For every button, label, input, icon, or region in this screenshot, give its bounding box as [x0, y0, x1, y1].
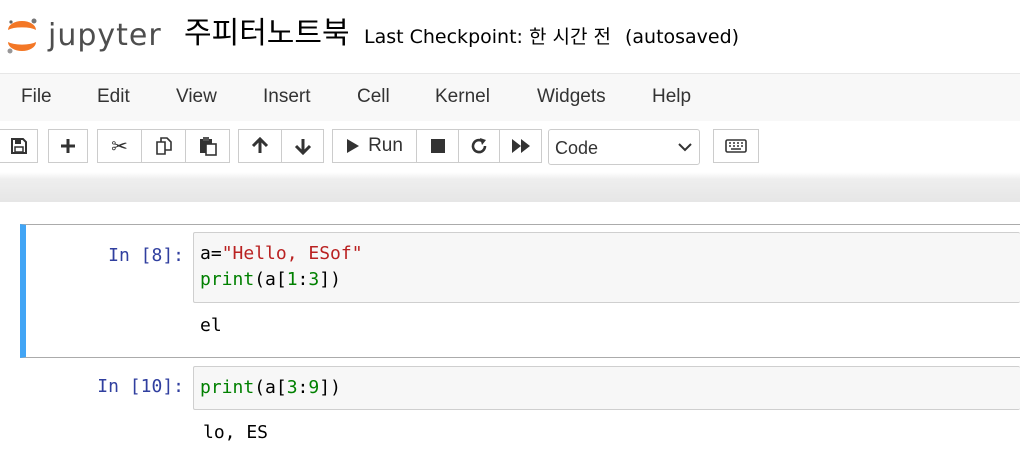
paste-icon: [199, 137, 217, 156]
command-palette-button[interactable]: [713, 129, 759, 163]
arrow-down-icon: [294, 139, 311, 155]
code-line: print(a[3:9]): [200, 375, 341, 401]
chevron-down-icon: [678, 143, 692, 152]
run-icon: [347, 139, 360, 153]
code-line: print(a[1:3]): [200, 267, 363, 293]
code-cell[interactable]: In [10]: print(a[3:9]) lo, ES: [20, 362, 1020, 462]
arrow-up-icon: [251, 137, 269, 153]
code-token: 9: [308, 377, 320, 398]
code-cell-selected[interactable]: In [8]: a="Hello, ESof" print(a[1:3]) el: [20, 224, 1020, 358]
restart-run-all-button[interactable]: [499, 129, 542, 163]
jupyter-logo-icon: [7, 18, 37, 54]
notebook-title[interactable]: 주피터노트북: [184, 14, 350, 54]
code-token: "Hello, ESof": [221, 243, 363, 264]
paste-button[interactable]: [185, 129, 230, 163]
checkpoint-text: Last Checkpoint: 한 시간 전: [364, 26, 611, 48]
menubar: File Edit View Insert Cell Kernel Widget…: [0, 73, 1020, 122]
header: jupyter 주피터노트북 Last Checkpoint: 한 시간 전 (a…: [0, 0, 1020, 74]
notebook-container: In [8]: a="Hello, ESof" print(a[1:3]) el …: [0, 202, 1020, 461]
code-token: print: [200, 377, 255, 398]
code-token: 3: [286, 377, 298, 398]
code-token: (a[: [254, 269, 287, 290]
interrupt-kernel-button[interactable]: [416, 129, 459, 163]
input-prompt: In [10]:: [97, 376, 184, 397]
restart-kernel-button[interactable]: [458, 129, 500, 163]
code-line: a="Hello, ESof": [200, 241, 363, 267]
cut-icon: ✂: [111, 135, 128, 158]
code-token: :: [297, 377, 309, 398]
save-icon: [10, 138, 27, 154]
fast-forward-icon: [511, 139, 530, 153]
menu-view[interactable]: View: [176, 74, 217, 121]
stop-icon: [430, 139, 445, 153]
copy-button[interactable]: [141, 129, 186, 163]
code-token: a=: [200, 243, 222, 264]
plus-icon: [61, 139, 75, 153]
menu-widgets[interactable]: Widgets: [537, 74, 606, 121]
code-editor[interactable]: print(a[3:9]): [200, 375, 341, 401]
code-token: ]): [319, 377, 341, 398]
cell-output: lo, ES: [203, 422, 269, 443]
jupyter-logo[interactable]: jupyter: [4, 16, 164, 56]
cell-output: el: [200, 315, 222, 336]
move-up-button[interactable]: [238, 129, 282, 163]
logo-text: jupyter: [48, 18, 162, 53]
cell-type-select[interactable]: Code: [548, 129, 700, 165]
autosave-status: (autosaved): [624, 26, 740, 48]
menu-help[interactable]: Help: [652, 74, 691, 121]
cell-type-value: Code: [555, 138, 599, 158]
move-down-button[interactable]: [281, 129, 324, 163]
code-token: (a[: [254, 377, 287, 398]
copy-icon: [155, 137, 172, 155]
menu-insert[interactable]: Insert: [263, 74, 311, 121]
code-editor[interactable]: a="Hello, ESof" print(a[1:3]): [200, 241, 363, 293]
menu-edit[interactable]: Edit: [97, 74, 130, 121]
code-token: 3: [308, 269, 320, 290]
save-button[interactable]: [0, 129, 38, 163]
code-input-area[interactable]: print(a[3:9]): [193, 366, 1020, 410]
checkpoint-status: Last Checkpoint: 한 시간 전 (autosaved): [364, 25, 739, 49]
toolbar-shadow: [0, 172, 1020, 202]
restart-icon: [471, 138, 487, 154]
run-button[interactable]: Run: [332, 129, 417, 163]
menu-cell[interactable]: Cell: [357, 74, 390, 121]
code-token: print: [200, 269, 255, 290]
run-label: Run: [368, 135, 403, 156]
code-token: ]): [319, 269, 341, 290]
cut-button[interactable]: ✂: [97, 129, 142, 163]
input-prompt: In [8]:: [108, 245, 184, 266]
menu-kernel[interactable]: Kernel: [435, 74, 490, 121]
code-token: :: [297, 269, 309, 290]
code-input-area[interactable]: a="Hello, ESof" print(a[1:3]): [193, 232, 1020, 303]
menu-file[interactable]: File: [21, 74, 52, 121]
toolbar: ✂ Run: [0, 121, 1020, 173]
keyboard-icon: [725, 139, 747, 153]
insert-cell-button[interactable]: [48, 129, 88, 163]
code-token: 1: [286, 269, 298, 290]
